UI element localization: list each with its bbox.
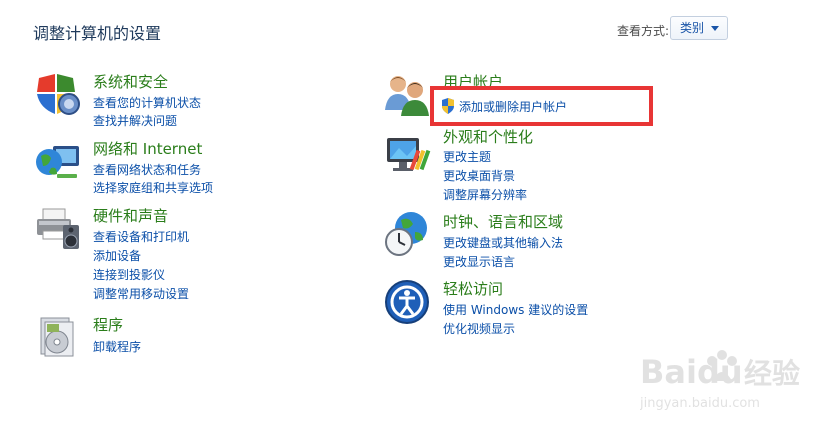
category-title-clock-language-region[interactable]: 时钟、语言和区域 — [443, 211, 563, 232]
link-windows-recommended-settings[interactable]: 使用 Windows 建议的设置 — [443, 301, 588, 318]
ease-of-access-icon[interactable] — [383, 278, 431, 326]
category-title-ease-of-access[interactable]: 轻松访问 — [443, 278, 503, 299]
link-view-devices-printers[interactable]: 查看设备和打印机 — [93, 228, 189, 245]
link-mobility-settings[interactable]: 调整常用移动设置 — [93, 285, 189, 302]
system-security-shield-icon[interactable] — [33, 70, 81, 118]
network-globe-icon[interactable] — [33, 138, 81, 186]
category-title-programs[interactable]: 程序 — [93, 314, 123, 335]
link-troubleshoot[interactable]: 查找并解决问题 — [93, 112, 177, 129]
link-homegroup-sharing[interactable]: 选择家庭组和共享选项 — [93, 179, 213, 196]
link-add-device[interactable]: 添加设备 — [93, 247, 141, 264]
watermark-url: jingyan.baidu.com — [640, 396, 760, 411]
link-change-desktop-background[interactable]: 更改桌面背景 — [443, 167, 515, 184]
category-title-appearance[interactable]: 外观和个性化 — [443, 126, 533, 147]
hardware-printer-icon[interactable] — [33, 205, 81, 253]
watermark-brand: Baidu — [640, 353, 743, 391]
link-change-theme[interactable]: 更改主题 — [443, 148, 491, 165]
appearance-monitor-icon[interactable] — [383, 132, 431, 180]
baidu-watermark-logo: Baidu 经验 jingyan.baidu.com — [640, 350, 800, 411]
chevron-down-icon — [711, 26, 719, 31]
link-add-remove-user-accounts[interactable]: 添加或删除用户帐户 — [459, 98, 567, 115]
view-by-value: 类别 — [680, 21, 705, 35]
clock-globe-icon[interactable] — [383, 210, 431, 258]
link-view-network-status[interactable]: 查看网络状态和任务 — [93, 161, 201, 178]
user-accounts-icon[interactable] — [383, 70, 431, 118]
category-title-system-security[interactable]: 系统和安全 — [93, 71, 168, 92]
uac-shield-icon — [442, 98, 454, 114]
link-change-keyboard[interactable]: 更改键盘或其他输入法 — [443, 234, 563, 251]
view-by-label: 查看方式: — [617, 24, 670, 38]
link-view-computer-status[interactable]: 查看您的计算机状态 — [93, 94, 201, 111]
category-title-network-internet[interactable]: 网络和 Internet — [93, 138, 202, 159]
page-title: 调整计算机的设置 — [33, 24, 162, 43]
watermark-brand-cn: 经验 — [744, 357, 800, 390]
category-title-hardware-sound[interactable]: 硬件和声音 — [93, 205, 168, 226]
link-uninstall-program[interactable]: 卸载程序 — [93, 338, 141, 355]
link-optimize-video-display[interactable]: 优化视频显示 — [443, 320, 515, 337]
link-adjust-resolution[interactable]: 调整屏幕分辨率 — [443, 186, 527, 203]
link-change-display-language[interactable]: 更改显示语言 — [443, 253, 515, 270]
programs-box-icon[interactable] — [33, 312, 81, 360]
link-connect-projector[interactable]: 连接到投影仪 — [93, 266, 165, 283]
view-by-dropdown[interactable]: 类别 — [670, 16, 728, 40]
